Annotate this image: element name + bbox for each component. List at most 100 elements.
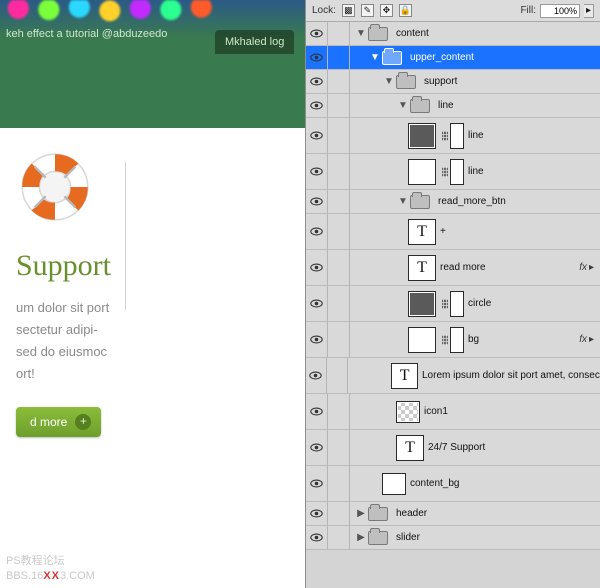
banner-tab[interactable]: Mkhaled log	[215, 30, 294, 54]
layer-name: header	[396, 508, 427, 519]
row-spacer	[328, 154, 350, 189]
lock-label: Lock:	[312, 5, 336, 16]
visibility-toggle[interactable]	[306, 214, 328, 249]
layer-header[interactable]: ▶ header	[306, 502, 600, 526]
layer-icon1[interactable]: icon1	[306, 394, 600, 430]
visibility-toggle[interactable]	[306, 430, 328, 465]
visibility-toggle[interactable]	[306, 322, 328, 357]
layer-name: 24/7 Support	[428, 442, 485, 453]
visibility-toggle[interactable]	[306, 22, 328, 45]
watermark: PS教程论坛 BBS.16XX3.COM	[6, 554, 95, 584]
visibility-toggle[interactable]	[306, 526, 328, 549]
fx-badge[interactable]: fx▸	[579, 334, 594, 345]
visibility-toggle[interactable]	[306, 286, 328, 321]
layer-name: upper_content	[410, 52, 474, 63]
disclosure-icon[interactable]: ▼	[384, 77, 394, 87]
visibility-toggle[interactable]	[306, 118, 328, 153]
layer-name: line	[468, 166, 484, 177]
fill-input[interactable]	[540, 4, 580, 18]
visibility-toggle[interactable]	[306, 94, 328, 117]
lock-image-icon[interactable]: ✎	[361, 4, 374, 17]
lifebuoy-icon	[16, 148, 94, 226]
layer-name: content_bg	[410, 478, 460, 489]
row-spacer	[328, 22, 350, 45]
disclosure-icon[interactable]: ▼	[398, 197, 408, 207]
layer-thumb	[382, 473, 406, 495]
row-spacer	[328, 466, 350, 501]
row-spacer	[328, 70, 350, 93]
visibility-toggle[interactable]	[306, 502, 328, 525]
layer-read-more-btn-group[interactable]: ▼ read_more_btn	[306, 190, 600, 214]
layer-line-group[interactable]: ▼ line	[306, 94, 600, 118]
layer-name: read_more_btn	[438, 196, 506, 207]
disclosure-icon[interactable]: ▶	[356, 533, 366, 543]
layer-content[interactable]: ▼ content	[306, 22, 600, 46]
layer-tree: ▼ content ▼ upper_content ▼ support	[306, 22, 600, 588]
fill-dropdown-icon[interactable]: ▸	[584, 4, 594, 18]
visibility-toggle[interactable]	[306, 190, 328, 213]
lock-position-icon[interactable]: ✥	[380, 4, 393, 17]
layer-name: content	[396, 28, 429, 39]
lock-transparency-icon[interactable]: ▩	[342, 4, 355, 17]
layer-support[interactable]: ▼ support	[306, 70, 600, 94]
disclosure-icon[interactable]: ▶	[356, 509, 366, 519]
layer-247-support[interactable]: T 24/7 Support	[306, 430, 600, 466]
link-icon	[442, 131, 448, 141]
layer-name: Lorem ipsum dolor sit port amet, consec…	[422, 370, 600, 381]
layer-slider[interactable]: ▶ slider	[306, 526, 600, 550]
row-spacer	[328, 394, 350, 429]
visibility-toggle[interactable]	[306, 466, 328, 501]
visibility-toggle[interactable]	[306, 154, 328, 189]
disclosure-icon[interactable]: ▼	[356, 29, 366, 39]
layer-name: slider	[396, 532, 420, 543]
layer-name: +	[440, 226, 446, 237]
visibility-toggle[interactable]	[306, 250, 328, 285]
row-spacer	[328, 526, 350, 549]
lock-all-icon[interactable]: 🔒	[399, 4, 412, 17]
layer-circle[interactable]: circle	[306, 286, 600, 322]
layer-line-2[interactable]: line	[306, 154, 600, 190]
layer-content-bg[interactable]: content_bg	[306, 466, 600, 502]
vector-mask-thumb	[450, 123, 464, 149]
bokeh-strip	[0, 0, 305, 24]
row-spacer	[328, 250, 350, 285]
vertical-divider	[125, 162, 126, 310]
layer-name: bg	[468, 334, 479, 345]
visibility-toggle[interactable]	[306, 394, 328, 429]
link-icon	[442, 299, 448, 309]
visibility-toggle[interactable]	[306, 46, 328, 69]
disclosure-icon[interactable]: ▼	[398, 101, 408, 111]
watermark-suffix: 3.COM	[60, 570, 95, 582]
visibility-toggle[interactable]	[306, 358, 327, 393]
layer-thumb	[408, 327, 436, 353]
layer-name: support	[424, 76, 457, 87]
banner-link[interactable]: keh effect a tutorial @abduzeedo	[0, 24, 173, 44]
layer-read-more[interactable]: T read more fx▸	[306, 250, 600, 286]
row-spacer	[328, 286, 350, 321]
vector-mask-thumb	[450, 159, 464, 185]
read-more-button[interactable]: d more +	[16, 407, 101, 437]
text-layer-thumb: T	[408, 255, 436, 281]
watermark-prefix: BBS.16	[6, 570, 43, 582]
layer-bg[interactable]: bg fx▸	[306, 322, 600, 358]
banner: keh effect a tutorial @abduzeedo Mkhaled…	[0, 0, 305, 128]
row-spacer	[328, 430, 350, 465]
row-spacer	[328, 46, 350, 69]
row-spacer	[328, 214, 350, 249]
row-spacer	[328, 502, 350, 525]
layer-line-1[interactable]: line	[306, 118, 600, 154]
layer-upper-content[interactable]: ▼ upper_content	[306, 46, 600, 70]
folder-icon	[368, 507, 388, 521]
vector-mask-thumb	[450, 291, 464, 317]
layer-thumb	[408, 159, 436, 185]
layers-panel: Lock: ▩ ✎ ✥ 🔒 Fill: ▸ ▼ content	[305, 0, 600, 588]
layer-name: icon1	[424, 406, 448, 417]
plus-icon: +	[75, 414, 91, 430]
design-canvas: keh effect a tutorial @abduzeedo Mkhaled…	[0, 0, 305, 588]
layer-plus[interactable]: T +	[306, 214, 600, 250]
fx-badge[interactable]: fx▸	[579, 262, 594, 273]
disclosure-icon[interactable]: ▼	[370, 53, 380, 63]
layer-lorem[interactable]: T Lorem ipsum dolor sit port amet, conse…	[306, 358, 600, 394]
layer-name: circle	[468, 298, 491, 309]
visibility-toggle[interactable]	[306, 70, 328, 93]
